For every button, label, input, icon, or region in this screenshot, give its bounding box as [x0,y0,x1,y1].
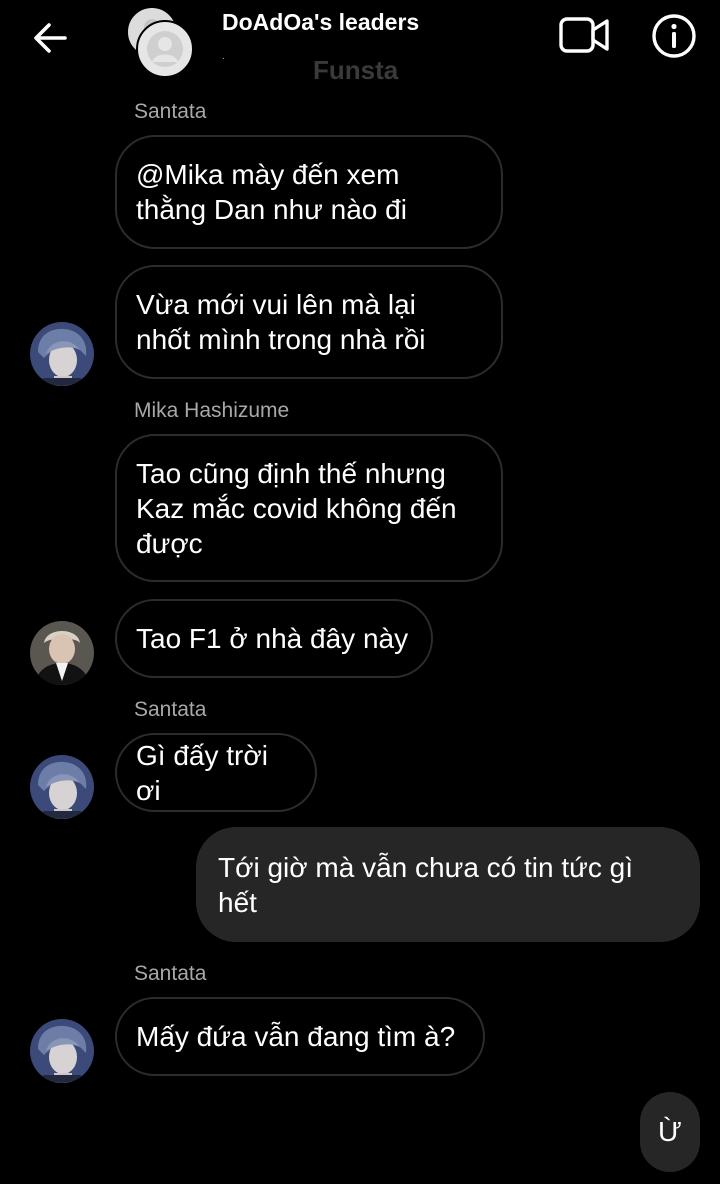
message-text: Tao F1 ở nhà đây này [136,623,409,654]
message-text: Tới giờ mà vẫn chưa có tin tức gì hết [218,851,634,918]
info-circle-icon [652,14,696,58]
sender-name: Santata [134,100,207,123]
message-text: Mấy đứa vẫn đang tìm à? [136,1021,456,1052]
video-call-button[interactable] [556,12,612,58]
message-text: Vừa mới vui lên mà lại nhốt mình trong n… [136,289,426,355]
sender-name: Mika Hashizume [134,399,290,422]
message-bubble[interactable]: Mấy đứa vẫn đang tìm à? [115,997,485,1076]
chat-title[interactable]: DoAdOa's leaders [222,9,419,36]
chat-subtitle: Funsta [313,55,399,85]
video-camera-icon [559,17,609,53]
santata-avatar[interactable] [30,322,94,386]
info-button[interactable] [648,10,700,62]
outgoing-message-bubble[interactable]: Tới giờ mà vẫn chưa có tin tức gì hết [196,827,700,942]
group-avatar[interactable] [124,6,196,78]
sender-name: Santata [134,698,207,721]
chat-status-dot: . [222,51,225,62]
santata-avatar[interactable] [30,755,94,819]
message-text: Tao cũng định thế nhưng Kaz mắc covid kh… [136,457,457,559]
message-bubble[interactable]: Tao F1 ở nhà đây này [115,599,433,678]
mika-avatar[interactable] [30,621,94,685]
message-bubble[interactable]: Vừa mới vui lên mà lại nhốt mình trong n… [115,265,503,379]
message-bubble[interactable]: @Mika mày đến xem thằng Dan như nào đi [115,135,503,249]
message-bubble[interactable]: Tao cũng định thế nhưng Kaz mắc covid kh… [115,434,503,582]
group-avatar-front [136,20,194,78]
back-button[interactable] [26,14,74,62]
quick-reply-text: Ừ [658,1116,682,1147]
message-bubble[interactable]: Gì đấy trời ơi [115,733,317,812]
santata-avatar[interactable] [30,1019,94,1083]
message-text: Gì đấy trời ơi [136,739,268,806]
arrow-left-icon [34,23,67,53]
quick-reply-bubble[interactable]: Ừ [640,1092,700,1172]
message-text: @Mika mày đến xem thằng Dan như nào đi [136,159,407,225]
sender-name: Santata [134,962,207,985]
